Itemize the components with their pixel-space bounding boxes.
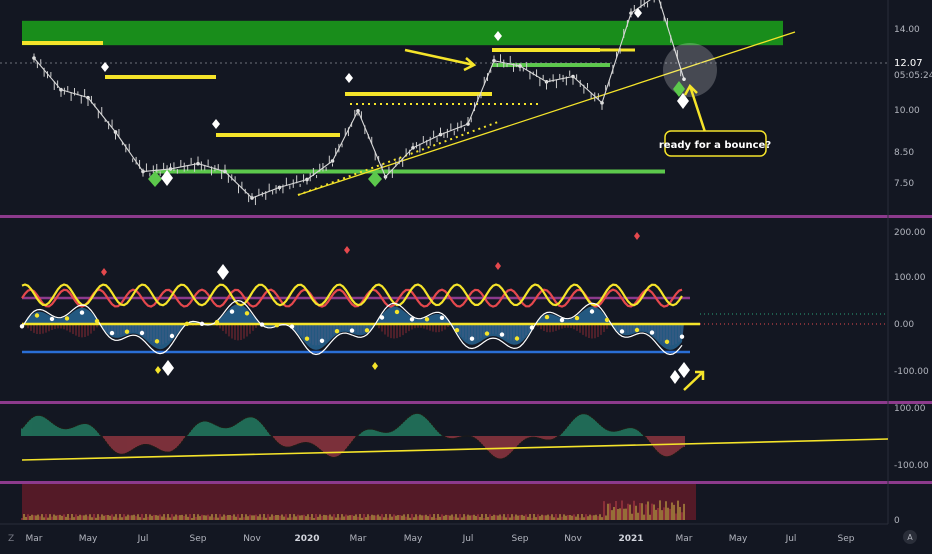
osc-dot (439, 315, 445, 320)
osc-dot (154, 339, 160, 344)
osc-dot (649, 330, 655, 335)
osc-dot (229, 309, 235, 314)
auto-scale-label: A (907, 533, 913, 542)
osc-dot (529, 325, 535, 330)
osc-dot (169, 333, 175, 339)
osc-dot (604, 317, 610, 323)
osc-dot (304, 336, 310, 341)
osc-dot (559, 317, 565, 323)
resistance-zone (22, 20, 783, 46)
time-axis-label: Sep (838, 534, 855, 544)
osc-dot (544, 314, 550, 320)
osc-dot (124, 329, 130, 334)
price-scale-label: 200.00 (894, 228, 926, 238)
volume-background (22, 484, 696, 520)
osc-dot (574, 315, 580, 321)
price-scale-label: -100.00 (894, 367, 929, 377)
osc-dot (289, 324, 295, 329)
time-axis-label: Mar (26, 534, 43, 544)
price-scale-label: 7.50 (894, 179, 914, 189)
osc-dot (469, 336, 475, 341)
osc-dot (454, 328, 460, 333)
time-axis-label: Nov (564, 534, 582, 544)
time-axis-label: Jul (462, 534, 474, 544)
time-axis-label: Jul (137, 534, 149, 544)
osc-dot (19, 324, 25, 329)
time-axis-label: Sep (512, 534, 529, 544)
panel-separator-3 (0, 481, 932, 484)
osc-dot (64, 316, 70, 321)
osc-dot (634, 327, 640, 333)
price-scale-label: 10.00 (894, 106, 920, 116)
osc-dot (619, 329, 625, 334)
time-axis-label: Mar (350, 534, 367, 544)
chart-background (0, 0, 932, 550)
osc-dot (364, 328, 370, 333)
osc-dot (214, 319, 220, 325)
chart-svg: ready for a bounce? 14.0010.008.507.5020… (0, 0, 932, 550)
time-axis-label: Nov (243, 534, 261, 544)
osc-dot (34, 313, 40, 318)
time-axis-label: 2020 (294, 534, 319, 544)
price-scale-label: 100.00 (894, 404, 926, 414)
last-price-label: 12.07 (894, 58, 923, 69)
osc-dot (409, 317, 415, 322)
osc-dot (514, 336, 520, 341)
time-axis-label: Mar (676, 534, 693, 544)
timezone-icon[interactable]: Z (8, 534, 14, 544)
osc-dot (244, 311, 250, 316)
panel-separator-1 (0, 215, 932, 218)
price-scale-label: 0.00 (894, 320, 914, 330)
osc-dot (589, 309, 595, 314)
osc-dot (79, 310, 85, 315)
osc-dot (109, 330, 115, 336)
time-axis-label: Sep (190, 534, 207, 544)
osc-dot (349, 328, 355, 333)
panel-separator-2 (0, 401, 932, 404)
price-scale-label: 14.00 (894, 25, 920, 35)
volume-panel (21, 484, 696, 520)
last-price-badge: 12.07 05:05:24 (889, 55, 932, 81)
osc-dot (334, 329, 340, 334)
osc-dot (424, 317, 430, 322)
time-axis-label: 2021 (618, 534, 643, 544)
osc-dot (679, 334, 685, 339)
osc-dot (199, 321, 205, 326)
time-axis-label: Jul (785, 534, 797, 544)
osc-dot (394, 309, 400, 315)
osc-dot (259, 322, 265, 327)
time-axis-label: May (79, 534, 98, 544)
osc-dot (184, 321, 190, 326)
countdown-label: 05:05:24 (894, 71, 932, 81)
osc-dot (379, 315, 385, 320)
time-axis-label: May (729, 534, 748, 544)
osc-dot (94, 318, 100, 324)
osc-dot (274, 323, 280, 328)
chart-root: ready for a bounce? 14.00 10.00 8.50 7.5… (0, 0, 932, 550)
osc-dot (484, 331, 490, 336)
osc-dot (664, 339, 670, 344)
osc-dot (319, 338, 325, 343)
price-scale-label: -100.00 (894, 461, 929, 471)
osc-dot (499, 332, 505, 337)
price-scale-label: 100.00 (894, 273, 926, 283)
osc-dot (49, 316, 55, 322)
annotation-text: ready for a bounce? (659, 140, 771, 151)
time-axis-label: May (404, 534, 423, 544)
osc-dot (139, 330, 145, 336)
price-scale-label: 8.50 (894, 148, 914, 158)
